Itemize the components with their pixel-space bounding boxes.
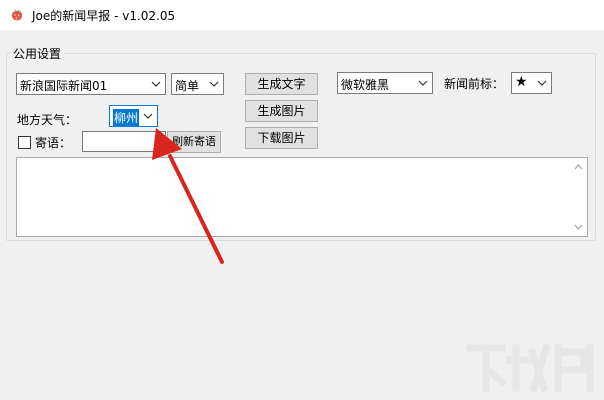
weather-city-value: 柳州 — [113, 109, 140, 126]
chevron-down-icon — [151, 81, 161, 87]
headline-prefix-label: 新闻前标： — [444, 77, 505, 91]
chevron-down-icon — [418, 80, 428, 86]
title-bar: Joe的新闻早报 - v1.02.05 — [0, 0, 604, 30]
chevron-down-icon — [537, 80, 547, 86]
message-input[interactable] — [82, 131, 166, 152]
window-title: Joe的新闻早报 - v1.02.05 — [32, 9, 176, 23]
scroll-up-icon[interactable] — [574, 164, 583, 170]
output-textarea[interactable] — [16, 157, 588, 237]
font-value: 微软雅黑 — [341, 78, 390, 92]
script-mode-value: 简单 — [175, 79, 200, 93]
message-label: 寄语： — [35, 136, 72, 150]
chevron-down-icon — [209, 81, 219, 87]
weather-city-dropdown[interactable]: 柳州 — [109, 105, 158, 127]
headline-prefix-dropdown[interactable]: ★ — [511, 72, 552, 94]
message-checkbox[interactable] — [18, 136, 31, 149]
news-source-value: 新浪国际新闻01 — [20, 79, 108, 93]
download-image-button[interactable]: 下载图片 — [245, 127, 318, 149]
generate-image-button[interactable]: 生成图片 — [245, 100, 318, 122]
news-source-dropdown[interactable]: 新浪国际新闻01 — [16, 73, 166, 95]
chevron-down-icon — [143, 113, 153, 119]
scroll-down-icon[interactable] — [574, 224, 583, 230]
refresh-message-button[interactable]: 刷新寄语 — [167, 131, 221, 153]
generate-text-button[interactable]: 生成文字 — [245, 73, 318, 95]
font-dropdown[interactable]: 微软雅黑 — [337, 72, 433, 94]
weather-label: 地方天气： — [17, 113, 78, 127]
watermark-logo-icon — [466, 343, 594, 393]
script-mode-dropdown[interactable]: 简单 — [171, 73, 224, 95]
strawberry-icon — [11, 9, 23, 21]
star-icon: ★ — [515, 74, 528, 90]
vertical-scrollbar[interactable] — [570, 158, 587, 236]
common-settings-label: 公用设置 — [10, 45, 65, 62]
